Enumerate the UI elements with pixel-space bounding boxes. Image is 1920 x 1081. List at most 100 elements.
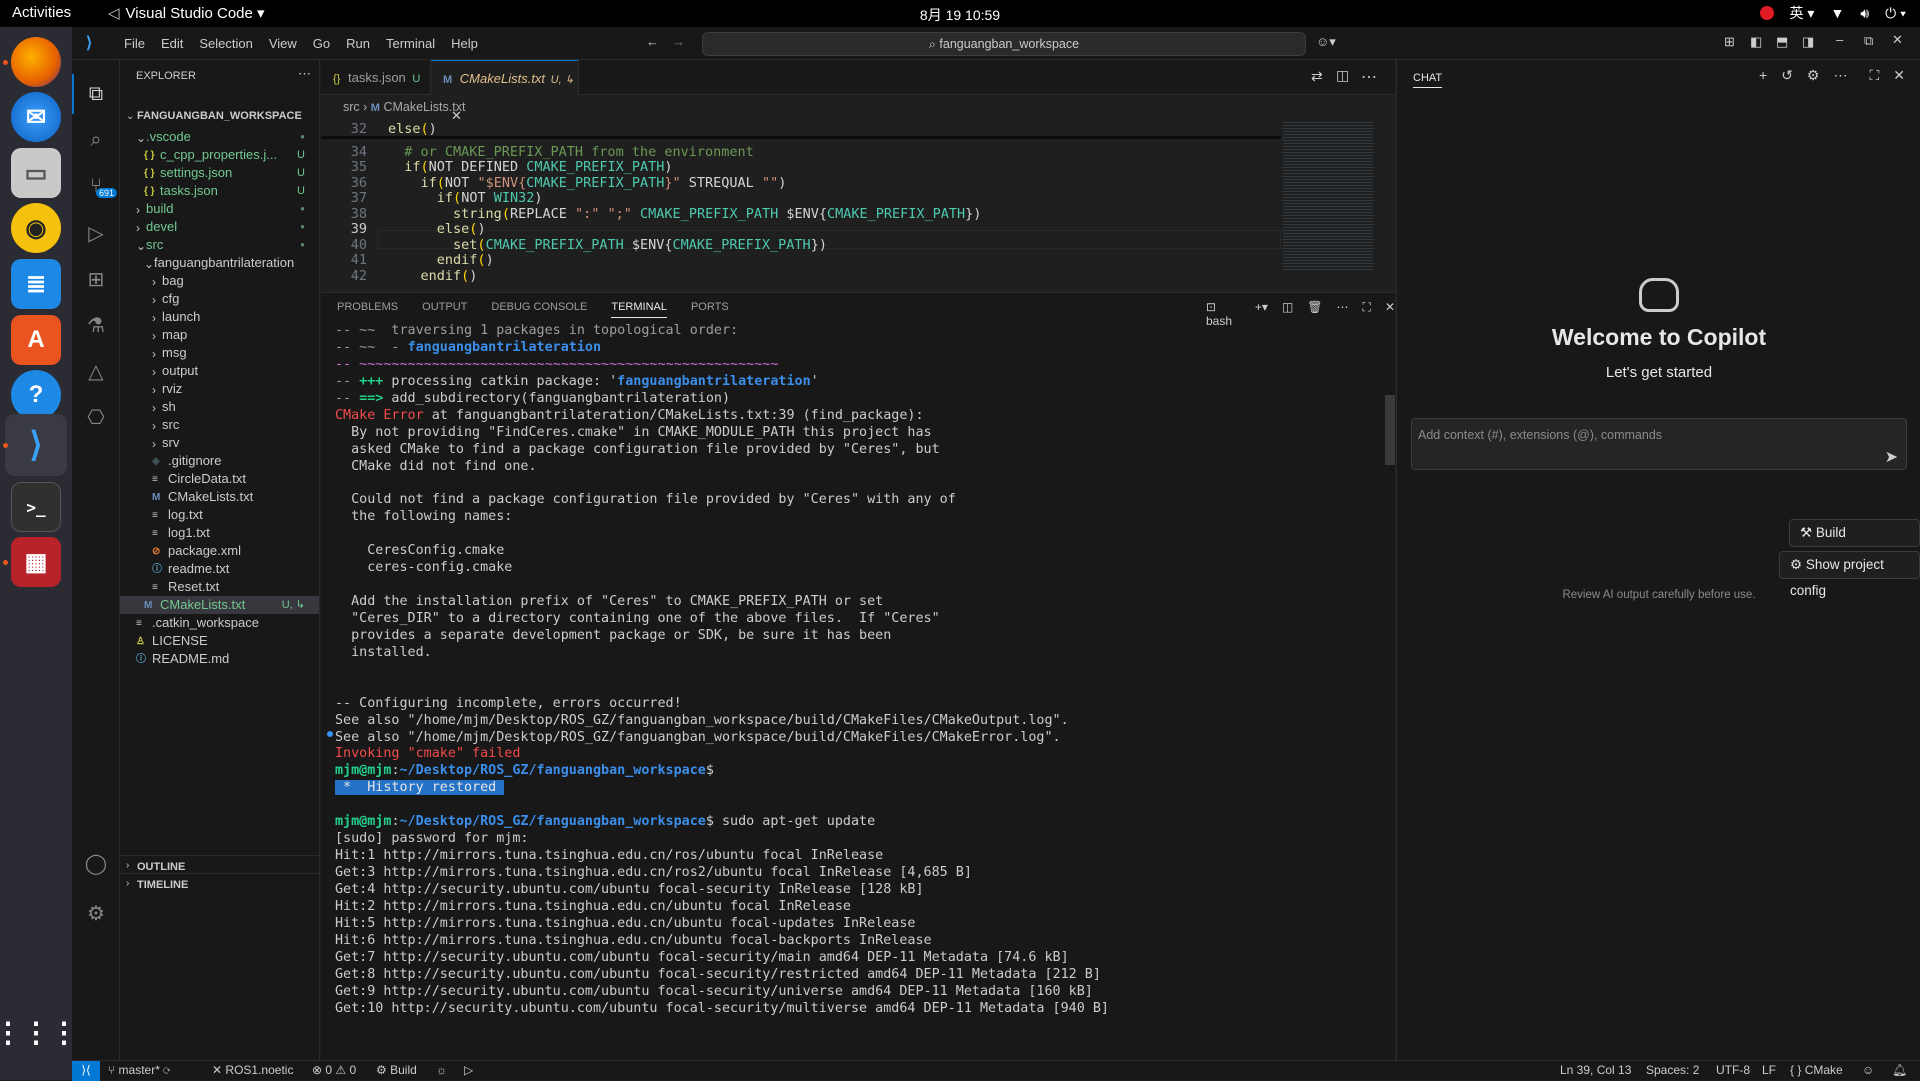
tree-item[interactable]: { } c_cpp_properties.j... U <box>120 146 319 164</box>
remote-indicator[interactable]: ⟩⟨ <box>72 1061 100 1081</box>
close-window-icon[interactable]: ✕ <box>1892 32 1903 48</box>
run-icon[interactable]: ▷ <box>464 1063 473 1077</box>
chat-input[interactable]: Add context (#), extensions (@), command… <box>1411 418 1907 470</box>
explorer-icon[interactable]: ⧉ <box>82 80 110 108</box>
extensions-icon[interactable]: ⊞ <box>82 266 110 294</box>
search-icon[interactable]: ⌕ <box>82 126 110 154</box>
tree-item[interactable]: › rviz <box>120 380 319 398</box>
breadcrumb-folder[interactable]: src <box>343 100 360 114</box>
new-chat-icon[interactable]: + <box>1759 67 1767 84</box>
problems-count[interactable]: ⊗ 0 ⚠ 0 <box>312 1063 356 1077</box>
git-branch[interactable]: ⑂ master* ⟳ <box>108 1063 170 1077</box>
tree-item[interactable]: { } tasks.json U <box>120 182 319 200</box>
tree-item[interactable]: › msg <box>120 344 319 362</box>
input-method-indicator[interactable]: 英 ▾ <box>1790 3 1815 23</box>
tree-item[interactable]: ⌄ fanguangbantrilateration <box>120 254 319 272</box>
forward-arrow-icon[interactable]: → <box>672 34 685 49</box>
tree-item[interactable]: M CMakeLists.txt U, ↳ <box>120 596 319 614</box>
software-center-icon[interactable]: A <box>11 315 61 365</box>
menu-selection[interactable]: Selection <box>191 36 260 51</box>
tree-item[interactable]: › cfg <box>120 290 319 308</box>
menu-go[interactable]: Go <box>305 36 338 51</box>
tree-item[interactable]: ⌄ .vscode ● <box>120 128 319 146</box>
maximize-icon[interactable]: ⛶ <box>1869 67 1879 84</box>
tree-item[interactable]: › srv <box>120 434 319 452</box>
testing-icon[interactable]: ⚗ <box>82 312 110 340</box>
terminal-output[interactable]: -- ~~ traversing 1 packages in topologic… <box>335 323 1375 1061</box>
manage-gear-icon[interactable]: ⚙ <box>82 900 110 928</box>
copilot-icon[interactable]: ☺▾ <box>1316 34 1336 50</box>
terminal-icon[interactable]: >_ <box>11 482 61 532</box>
send-icon[interactable]: ➤ <box>1885 447 1898 467</box>
tree-item[interactable]: ≡ Reset.txt <box>120 578 319 596</box>
tree-item[interactable]: › output <box>120 362 319 380</box>
panel-tab-problems[interactable]: PROBLEMS <box>337 301 398 318</box>
minimize-icon[interactable]: – <box>1836 32 1843 47</box>
debug-icon[interactable]: ☼ <box>436 1063 447 1077</box>
activities-button[interactable]: Activities <box>12 4 71 21</box>
tree-item[interactable]: ≡ .catkin_workspace <box>120 614 319 632</box>
tree-item[interactable]: { } settings.json U <box>120 164 319 182</box>
ros-version[interactable]: ✕ ROS1.noetic <box>212 1063 293 1077</box>
volume-icon[interactable]: 🔊︎ <box>1860 5 1869 22</box>
toggle-secondary-sidebar-icon[interactable]: ◨ <box>1802 34 1814 50</box>
tree-item[interactable]: ♙ LICENSE <box>120 632 319 650</box>
show-project-config-button[interactable]: ⚙ Show project config <box>1779 551 1920 598</box>
system-tray[interactable]: 英 ▾ ▼ 🔊︎ ⏻ ▾ <box>1759 3 1906 23</box>
app-menu[interactable]: ◁ Visual Studio Code ▾ <box>108 4 265 22</box>
editor-more-icon[interactable]: ⋯ <box>1361 67 1377 87</box>
gazebo-app-icon[interactable]: ▦ <box>11 537 61 587</box>
tree-item[interactable]: › map <box>120 326 319 344</box>
tree-item[interactable]: › sh <box>120 398 319 416</box>
close-chat-icon[interactable]: ✕ <box>1893 67 1905 84</box>
back-arrow-icon[interactable]: ← <box>646 34 659 49</box>
tree-item[interactable]: ⓘ README.md <box>120 650 319 668</box>
thunderbird-icon[interactable]: ✉ <box>11 92 61 142</box>
command-center-search[interactable]: ⌕ fanguangban_workspace <box>702 32 1306 56</box>
python-icon[interactable]: ⎔ <box>82 404 110 432</box>
history-icon[interactable]: ↺ <box>1781 67 1793 84</box>
tree-item[interactable]: ◈ .gitignore <box>120 452 319 470</box>
terminal-scrollbar[interactable] <box>1385 395 1395 465</box>
chat-more-icon[interactable]: ⋯ <box>1833 67 1847 84</box>
menu-file[interactable]: File <box>116 36 153 51</box>
restore-icon[interactable]: ⧉ <box>1864 33 1873 49</box>
run-debug-icon[interactable]: ▷ <box>82 220 110 248</box>
panel-tab-output[interactable]: OUTPUT <box>422 301 467 318</box>
panel-tab-terminal[interactable]: TERMINAL <box>611 301 667 318</box>
tree-item[interactable]: ⊘ package.xml <box>120 542 319 560</box>
breadcrumb[interactable]: src › M CMakeLists.txt <box>343 100 465 114</box>
power-icon[interactable]: ⏻ ▾ <box>1885 5 1906 22</box>
tree-item[interactable]: › launch <box>120 308 319 326</box>
tree-item[interactable]: › bag <box>120 272 319 290</box>
firefox-icon[interactable] <box>11 37 61 87</box>
copilot-status-icon[interactable]: ☺ <box>1862 1063 1874 1077</box>
encoding[interactable]: UTF-8 <box>1716 1063 1750 1077</box>
customize-layout-icon[interactable]: ⊞ <box>1724 34 1735 50</box>
tree-item[interactable]: ≡ log1.txt <box>120 524 319 542</box>
settings-gear-icon[interactable]: ⚙ <box>1807 67 1820 84</box>
cursor-position[interactable]: Ln 39, Col 13 <box>1560 1063 1631 1077</box>
tree-item[interactable]: ≡ CircleData.txt <box>120 470 319 488</box>
toggle-panel-icon[interactable]: ⬒ <box>1776 34 1788 50</box>
workspace-root[interactable]: ⌄ FANGUANGBAN_WORKSPACE <box>120 106 319 128</box>
help-icon[interactable]: ? <box>11 370 61 420</box>
compare-changes-icon[interactable]: ⇄ <box>1311 68 1323 85</box>
language-mode[interactable]: { } CMake <box>1790 1063 1843 1077</box>
do-not-disturb-icon[interactable] <box>1759 6 1774 20</box>
tree-item[interactable]: › build ● <box>120 200 319 218</box>
show-apps-icon[interactable]: ⋮⋮⋮ <box>0 1007 78 1057</box>
cmake-build[interactable]: ⚙ Build <box>376 1063 417 1077</box>
explorer-more-icon[interactable]: ⋯ <box>298 66 311 82</box>
menu-help[interactable]: Help <box>443 36 486 51</box>
clock[interactable]: 8月 19 10:59 <box>0 5 1920 25</box>
tree-item[interactable]: › devel ● <box>120 218 319 236</box>
notifications-bell-icon[interactable]: 🔔︎ <box>1892 1063 1907 1077</box>
minimap[interactable] <box>1283 120 1383 290</box>
wifi-icon[interactable]: ▼ <box>1830 5 1844 21</box>
cmake-icon[interactable]: △ <box>82 358 110 386</box>
tree-item[interactable]: M CMakeLists.txt <box>120 488 319 506</box>
end-of-line[interactable]: LF <box>1762 1063 1776 1077</box>
rhythmbox-icon[interactable]: ◉ <box>11 203 61 253</box>
toggle-sidebar-icon[interactable]: ◧ <box>1750 34 1762 50</box>
